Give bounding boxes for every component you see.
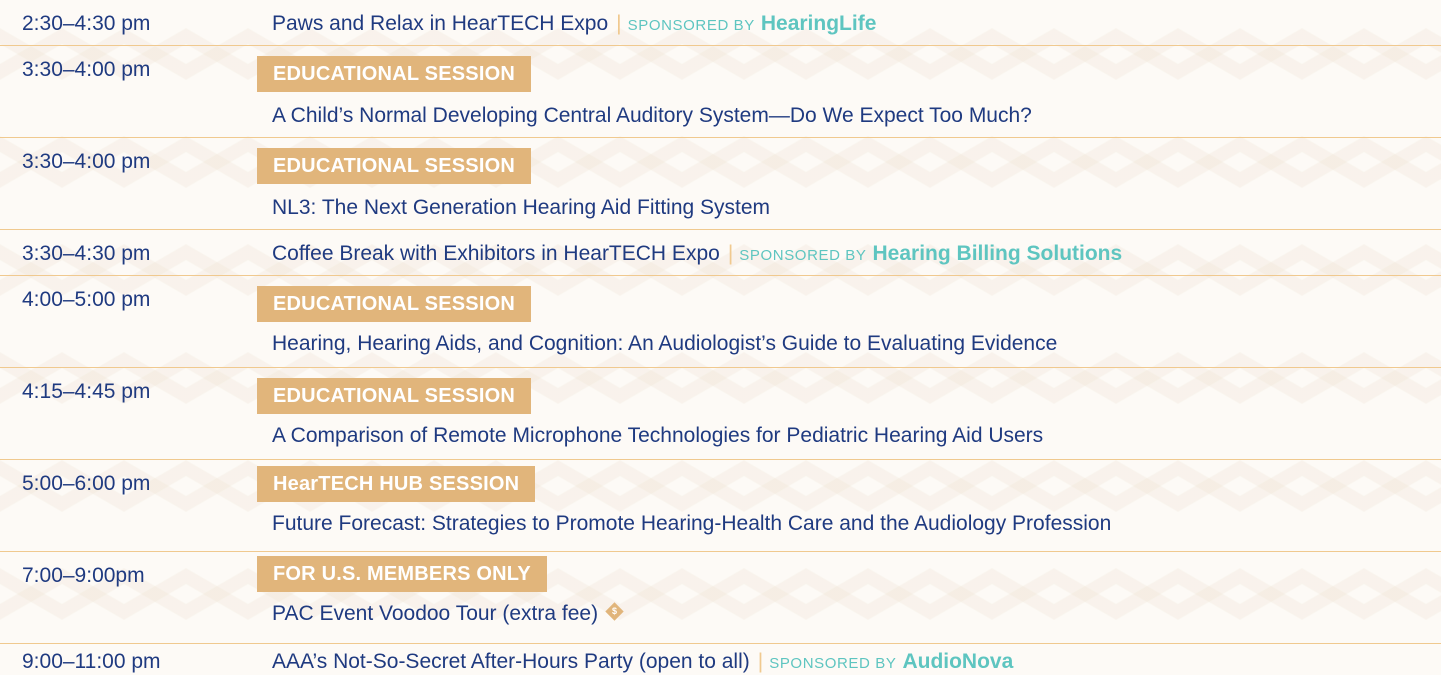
- schedule-row: 9:00–11:00 pm AAA’s Not-So-Secret After-…: [0, 644, 1441, 675]
- separator: |: [727, 242, 734, 265]
- event-title-text: Paws and Relax in HearTECH Expo: [272, 12, 609, 35]
- sponsor-label: SPONSORED BY: [739, 247, 867, 264]
- sponsor-label: SPONSORED BY: [627, 17, 755, 34]
- session-badge: EDUCATIONAL SESSION: [257, 378, 531, 414]
- sponsor-name: HearingLife: [760, 12, 877, 35]
- time-label: 2:30–4:30 pm: [22, 12, 151, 35]
- session-badge: EDUCATIONAL SESSION: [257, 148, 531, 184]
- schedule-row: 3:30–4:30 pm Coffee Break with Exhibitor…: [0, 230, 1441, 276]
- schedule-row: 5:00–6:00 pm HearTECH HUB SESSION Future…: [0, 460, 1441, 552]
- time-label: 3:30–4:30 pm: [22, 242, 151, 265]
- session-badge: FOR U.S. MEMBERS ONLY: [257, 556, 547, 592]
- event-title-text: PAC Event Voodoo Tour (extra fee): [272, 602, 599, 625]
- schedule-row: 3:30–4:00 pm EDUCATIONAL SESSION NL3: Th…: [0, 138, 1441, 230]
- event-title: NL3: The Next Generation Hearing Aid Fit…: [272, 196, 771, 219]
- time-label: 7:00–9:00pm: [22, 564, 145, 587]
- schedule-row: 4:15–4:45 pm EDUCATIONAL SESSION A Compa…: [0, 368, 1441, 460]
- fee-symbol: $: [612, 606, 618, 616]
- schedule-row: 2:30–4:30 pm Paws and Relax in HearTECH …: [0, 0, 1441, 46]
- session-badge: EDUCATIONAL SESSION: [257, 286, 531, 322]
- event-title: Paws and Relax in HearTECH Expo | SPONSORE…: [272, 12, 876, 36]
- separator: |: [616, 12, 622, 35]
- time-label: 3:30–4:00 pm: [22, 150, 151, 173]
- separator: |: [757, 650, 764, 673]
- sponsor-name: AudioNova: [902, 650, 1014, 673]
- schedule-row: 4:00–5:00 pm EDUCATIONAL SESSION Hearing…: [0, 276, 1441, 368]
- event-title: Hearing, Hearing Aids, and Cognition: An…: [272, 332, 1058, 355]
- event-title: Future Forecast: Strategies to Promote H…: [272, 512, 1112, 535]
- event-title: A Comparison of Remote Microphone Techno…: [272, 424, 1044, 447]
- event-title-text: AAA’s Not-So-Secret After-Hours Party (o…: [272, 650, 750, 673]
- sponsor-name: Hearing Billing Solutions: [872, 242, 1123, 265]
- time-label: 4:00–5:00 pm: [22, 288, 151, 311]
- time-label: 3:30–4:00 pm: [22, 58, 151, 81]
- event-title: AAA’s Not-So-Secret After-Hours Party (o…: [272, 650, 1013, 674]
- time-label: 4:15–4:45 pm: [22, 380, 151, 403]
- session-badge: EDUCATIONAL SESSION: [257, 56, 531, 92]
- session-badge: HearTECH HUB SESSION: [257, 466, 536, 502]
- event-title-text: Coffee Break with Exhibitors in HearTECH…: [272, 242, 720, 265]
- event-title: Coffee Break with Exhibitors in HearTECH…: [272, 242, 1122, 266]
- event-title: A Child’s Normal Developing Central Audi…: [272, 104, 1032, 127]
- schedule-row: 3:30–4:00 pm EDUCATIONAL SESSION A Child…: [0, 46, 1441, 138]
- event-title: PAC Event Voodoo Tour (extra fee) $: [272, 602, 624, 626]
- time-label: 5:00–6:00 pm: [22, 472, 151, 495]
- dollar-diamond-icon: $: [605, 602, 624, 621]
- time-label: 9:00–11:00 pm: [22, 650, 161, 673]
- schedule-row: 7:00–9:00pm FOR U.S. MEMBERS ONLY PAC Ev…: [0, 552, 1441, 644]
- sponsor-label: SPONSORED BY: [769, 655, 897, 672]
